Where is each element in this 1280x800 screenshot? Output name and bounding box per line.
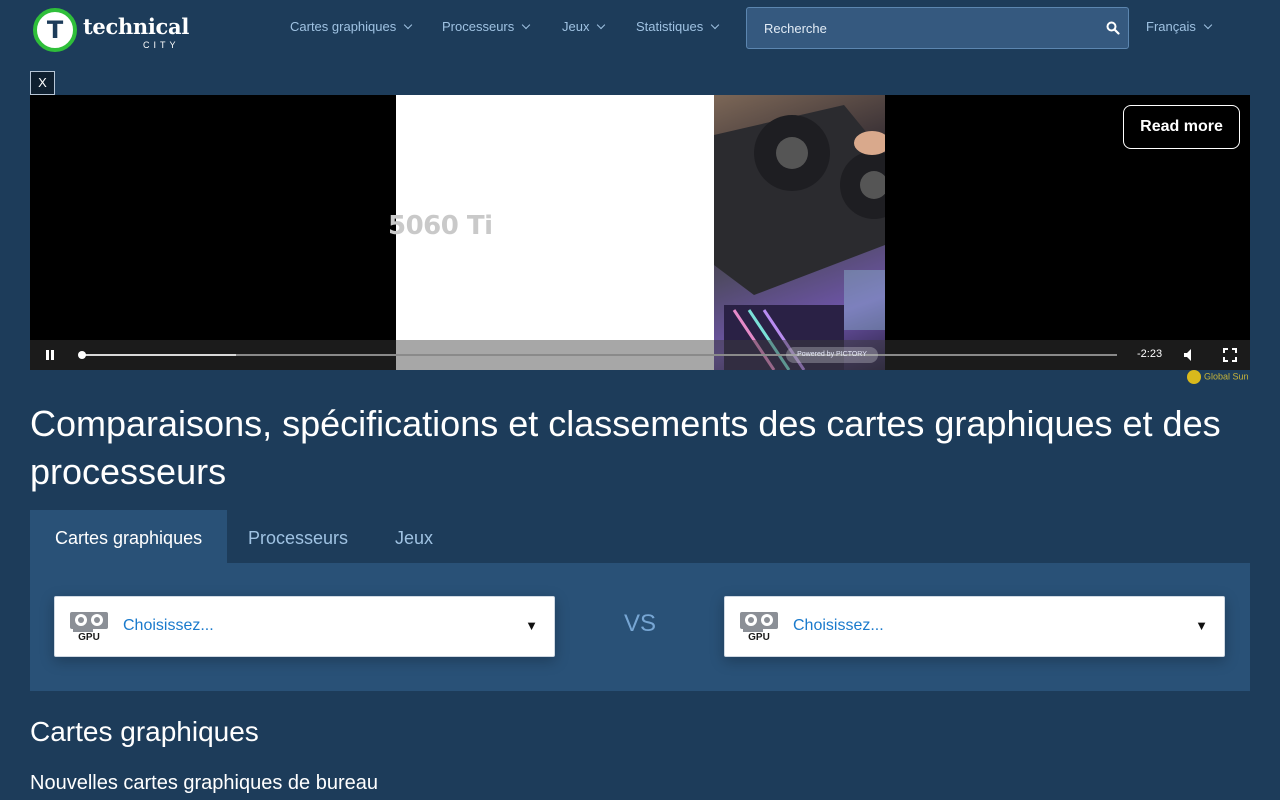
select-placeholder: Choisissez... bbox=[793, 617, 884, 634]
gpu-select-left[interactable]: GPU Choisissez... ▼ bbox=[54, 596, 555, 657]
chevron-down-icon bbox=[403, 20, 413, 30]
graphics-card-graphic bbox=[70, 612, 108, 632]
gpu-icon: GPU bbox=[739, 611, 779, 645]
language-selector[interactable]: Français bbox=[1146, 19, 1213, 34]
logo-wordmark: technical bbox=[83, 14, 190, 39]
video-progress-bar[interactable] bbox=[78, 351, 1117, 359]
nav-label: Jeux bbox=[562, 19, 590, 34]
tab-cartes-graphiques[interactable]: Cartes graphiques bbox=[30, 510, 228, 564]
select-placeholder: Choisissez... bbox=[123, 617, 214, 634]
video-caption: 5060 Ti bbox=[388, 211, 493, 241]
nav-processeurs[interactable]: Processeurs bbox=[442, 19, 531, 34]
time-remaining: -2:23 bbox=[1137, 348, 1163, 360]
ad-close-button[interactable]: X bbox=[30, 71, 55, 95]
gpu-select-right[interactable]: GPU Choisissez... ▼ bbox=[724, 596, 1225, 657]
gpu-icon: GPU bbox=[69, 611, 109, 645]
pause-icon[interactable] bbox=[44, 349, 56, 361]
nav-label: Processeurs bbox=[442, 19, 515, 34]
video-progress-knob[interactable] bbox=[78, 351, 86, 359]
tab-jeux[interactable]: Jeux bbox=[395, 510, 433, 564]
vs-label: VS bbox=[624, 610, 657, 637]
volume-icon[interactable] bbox=[1183, 348, 1197, 362]
fullscreen-icon[interactable] bbox=[1223, 348, 1237, 362]
language-label: Français bbox=[1146, 19, 1196, 34]
site-header: T technical CITY Cartes graphiques Proce… bbox=[0, 0, 1280, 62]
chevron-down-icon bbox=[522, 20, 531, 30]
gpu-icon-label: GPU bbox=[748, 632, 770, 643]
ad-brand-logo: Global Sun bbox=[1187, 370, 1249, 384]
logo-badge-icon: T bbox=[33, 8, 77, 52]
chevron-down-icon bbox=[710, 20, 720, 30]
video-frame-photo bbox=[714, 95, 885, 370]
logo-letter: T bbox=[46, 16, 64, 44]
dropdown-arrow-icon: ▼ bbox=[1195, 618, 1208, 633]
chevron-down-icon bbox=[597, 20, 606, 30]
nav-statistiques[interactable]: Statistiques bbox=[636, 19, 720, 34]
nav-cartes-graphiques[interactable]: Cartes graphiques bbox=[290, 19, 413, 34]
sun-icon bbox=[1187, 370, 1201, 384]
nav-label: Cartes graphiques bbox=[290, 19, 397, 34]
site-logo[interactable]: T technical CITY bbox=[33, 8, 193, 54]
ad-brand-name: Global Sun bbox=[1204, 371, 1249, 382]
video-buffer-bar bbox=[81, 354, 237, 356]
search-icon[interactable] bbox=[1106, 21, 1120, 35]
section-subtitle[interactable]: Nouvelles cartes graphiques de bureau bbox=[30, 772, 378, 795]
search-box bbox=[746, 7, 1129, 49]
nav-jeux[interactable]: Jeux bbox=[562, 19, 606, 34]
chevron-down-icon bbox=[1203, 20, 1213, 30]
dropdown-arrow-icon: ▼ bbox=[525, 618, 538, 633]
pictory-badge: Powered by PICTORY bbox=[786, 347, 878, 363]
compare-panel: GPU Choisissez... ▼ VS GPU Choisissez...… bbox=[30, 563, 1250, 691]
gpu-icon-label: GPU bbox=[78, 632, 100, 643]
search-input[interactable] bbox=[747, 8, 1087, 48]
graphics-card-graphic bbox=[740, 612, 778, 632]
video-ad[interactable]: 5060 Ti Read more Powered by PICTORY -2:… bbox=[30, 95, 1250, 370]
page-title: Comparaisons, spécifications et classeme… bbox=[30, 403, 1221, 492]
gpu-photo-image bbox=[714, 105, 885, 370]
read-more-button[interactable]: Read more bbox=[1123, 105, 1240, 149]
video-controls: Powered by PICTORY -2:23 bbox=[30, 340, 1250, 370]
logo-subtitle: CITY bbox=[143, 40, 180, 50]
nav-label: Statistiques bbox=[636, 19, 704, 34]
section-title: Cartes graphiques bbox=[30, 716, 259, 747]
tab-processeurs[interactable]: Processeurs bbox=[248, 510, 348, 564]
